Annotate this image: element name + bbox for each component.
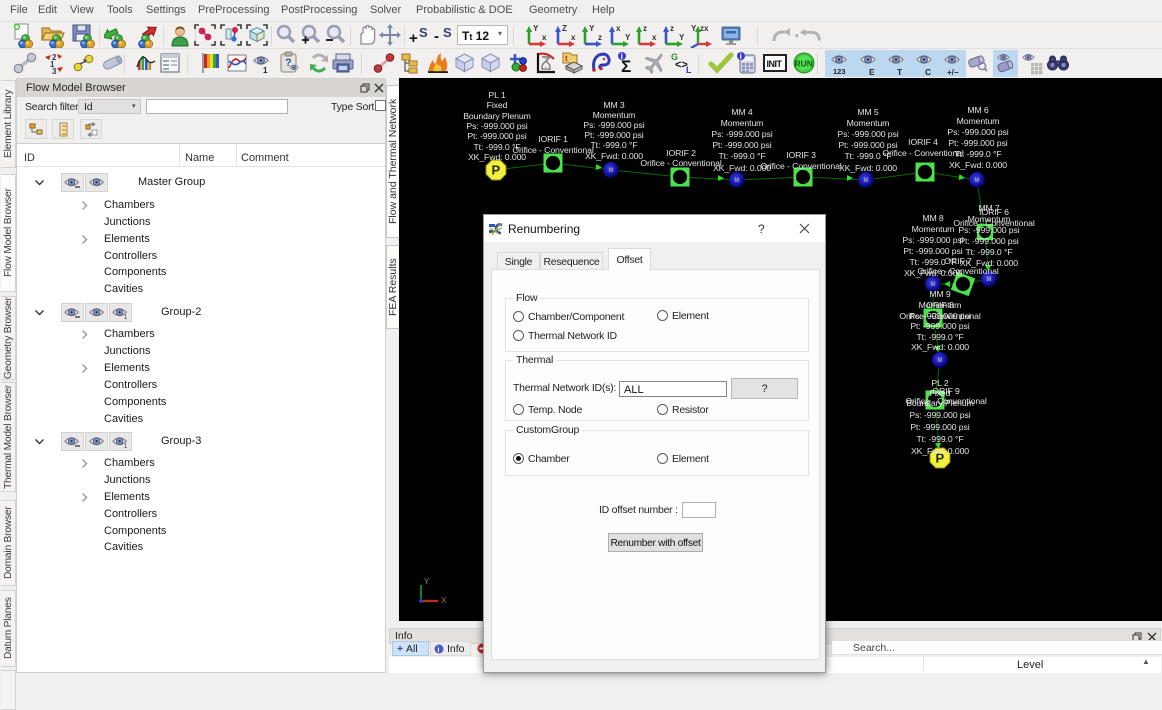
svg-text:Ps: -999.000 psi: Ps: -999.000 psi [902, 235, 963, 245]
svg-text:Ps: -999.000 psi: Ps: -999.000 psi [583, 120, 644, 130]
svg-text:z: z [643, 24, 647, 33]
svg-text:Z: Z [562, 24, 567, 33]
svg-text:C: C [925, 67, 931, 76]
svg-text:Y: Y [533, 24, 539, 33]
svg-text:L: L [686, 65, 692, 75]
svg-text:T: T [897, 67, 903, 76]
svg-text:Tt: -999.0 °F: Tt: -999.0 °F [916, 332, 963, 342]
svg-text:Momentum: Momentum [593, 110, 636, 120]
svg-text:Tt: -999.0 °F: Tt: -999.0 °F [590, 140, 637, 150]
svg-text:Tt: -999.0 °F: Tt: -999.0 °F [718, 151, 765, 161]
svg-text:IORIF 2: IORIF 2 [666, 148, 696, 158]
svg-text:Pt: -999.000 psi: Pt: -999.000 psi [959, 236, 1018, 246]
svg-text:Orifice - Conventional: Orifice - Conventional [905, 396, 987, 406]
svg-text:1: 1 [124, 444, 128, 450]
svg-text:z: z [670, 24, 674, 33]
svg-text:Ps: -999.000 psi: Ps: -999.000 psi [958, 225, 1019, 235]
svg-text:Pt: -999.000 psi: Pt: -999.000 psi [467, 131, 526, 141]
svg-text:Boundary Plenum: Boundary Plenum [463, 111, 531, 121]
svg-text:x: x [571, 33, 576, 42]
svg-text:X: X [441, 596, 447, 605]
svg-text:Pt: -999.000 psi: Pt: -999.000 psi [910, 321, 969, 331]
svg-text:Pt: -999.000 psi: Pt: -999.000 psi [910, 422, 969, 432]
svg-text:Y: Y [691, 24, 697, 33]
svg-text:Σ: Σ [621, 57, 631, 75]
svg-text:IORIF 3: IORIF 3 [786, 150, 816, 160]
svg-text:XK_Fwd: 0.000: XK_Fwd: 0.000 [839, 163, 897, 173]
svg-text:Pt: -999.000 psi: Pt: -999.000 psi [712, 140, 771, 150]
svg-text:123: 123 [833, 67, 846, 76]
svg-text:Pt: -999.000 psi: Pt: -999.000 psi [584, 130, 643, 140]
svg-text:XK_Fwd: 0.000: XK_Fwd: 0.000 [585, 151, 643, 161]
svg-text:x: x [616, 24, 621, 33]
svg-text:Pt: -999.000 psi: Pt: -999.000 psi [948, 138, 1007, 148]
svg-text:INIT: INIT [767, 59, 783, 69]
svg-text:Ps: -999.000 psi: Ps: -999.000 psi [466, 121, 527, 131]
svg-text:i: i [437, 645, 439, 654]
svg-text:MM 7: MM 7 [978, 203, 1000, 213]
svg-text:Orifice - Conventional: Orifice - Conventional [917, 266, 999, 276]
svg-text:x: x [542, 33, 547, 42]
svg-text:MM 4: MM 4 [731, 107, 753, 117]
svg-text:XK_Fwd: 0.000: XK_Fwd: 0.000 [911, 342, 969, 352]
svg-text:Y: Y [589, 24, 595, 33]
svg-text:Momentum: Momentum [912, 224, 955, 234]
svg-text:Y: Y [424, 577, 430, 586]
svg-text:MM 8: MM 8 [922, 213, 944, 223]
svg-text:i: i [740, 52, 742, 61]
svg-text:Ps: -999.000 psi: Ps: -999.000 psi [711, 129, 772, 139]
svg-text:Y: Y [679, 33, 685, 42]
svg-text:Fixed: Fixed [487, 100, 508, 110]
svg-text:IORIF 4: IORIF 4 [908, 137, 938, 147]
svg-text:PL 1: PL 1 [488, 90, 505, 100]
svg-text:3: 3 [52, 67, 57, 75]
svg-text:Tt: -999.0 °F: Tt: -999.0 °F [965, 247, 1012, 257]
svg-text:+/−: +/− [947, 68, 959, 76]
svg-text:1: 1 [124, 315, 128, 321]
svg-text:ORIF 7: ORIF 7 [944, 256, 972, 266]
svg-text:MM 3: MM 3 [603, 100, 625, 110]
svg-text:MM 9: MM 9 [929, 289, 951, 299]
svg-text:Orifice - Conventional: Orifice - Conventional [882, 148, 964, 158]
svg-text:t: t [565, 54, 568, 63]
svg-text:XK_Fwd: 0.000: XK_Fwd: 0.000 [911, 446, 969, 456]
svg-text:ORIF 8: ORIF 8 [926, 300, 954, 310]
svg-text:ORIF 9: ORIF 9 [932, 386, 960, 396]
svg-text:Ps: -999.000 psi: Ps: -999.000 psi [837, 129, 898, 139]
svg-text:Orifice - Conventional: Orifice - Conventional [899, 311, 981, 321]
svg-text:RUN: RUN [795, 59, 813, 69]
svg-text:z: z [598, 33, 602, 42]
svg-text:Momentum: Momentum [957, 116, 1000, 126]
svg-text:Momentum: Momentum [968, 214, 1011, 224]
svg-text:Ps: -999.000 psi: Ps: -999.000 psi [909, 410, 970, 420]
svg-text:x: x [652, 33, 657, 42]
svg-text:Orifice - Conventional: Orifice - Conventional [512, 145, 594, 155]
svg-text:Momentum: Momentum [721, 118, 764, 128]
svg-text:MM 6: MM 6 [967, 105, 989, 115]
svg-text:Tt: -999.0 °F: Tt: -999.0 °F [916, 434, 963, 444]
svg-text:E: E [869, 67, 875, 76]
svg-text:XK_Fwd: 0.000: XK_Fwd: 0.000 [949, 160, 1007, 170]
svg-text:Pt: -999.000 psi: Pt: -999.000 psi [903, 246, 962, 256]
svg-text:zx: zx [700, 24, 709, 33]
svg-text:Y: Y [625, 33, 631, 42]
svg-text:Orifice - Conventional: Orifice - Conventional [760, 161, 842, 171]
svg-text:Momentum: Momentum [847, 118, 890, 128]
svg-text:1: 1 [263, 66, 268, 75]
svg-text:Orifice - Conventional: Orifice - Conventional [640, 158, 722, 168]
svg-text:IORIF 1: IORIF 1 [538, 134, 568, 144]
svg-text:MM 5: MM 5 [857, 107, 879, 117]
svg-text:Ps: -999.000 psi: Ps: -999.000 psi [947, 127, 1008, 137]
